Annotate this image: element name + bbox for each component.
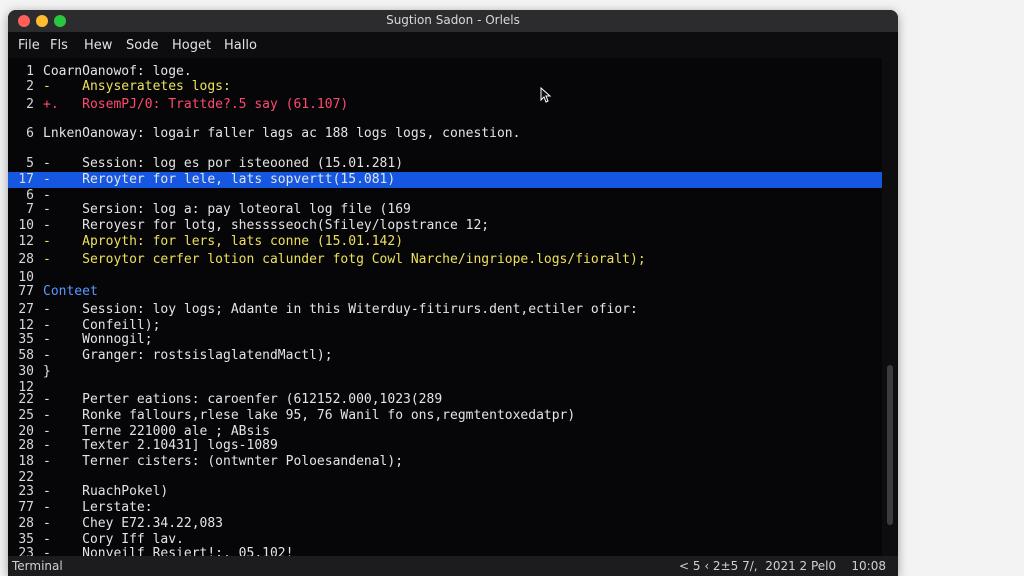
status-bar: Terminal < 5 ‹ 2±5 7/, 2021 2 Pel0 10:08	[8, 556, 898, 576]
status-info: < 5 ‹ 2±5 7/, 2021 2 Pel0 10:08	[679, 559, 886, 573]
terminal-text-area[interactable]: 1 CoarnOanowof: loge. 2 - Ansyseratetes log…	[8, 58, 882, 561]
line-text: CoarnOanowof: loge.	[43, 64, 192, 79]
code-line[interactable]: 27 - Session: loy logs; Adante in this Wi…	[8, 302, 882, 318]
line-text: - Terner cisters: (ontwnter Poloesandena…	[43, 454, 404, 469]
line-text: - Sersion: log a: pay loteoral log file …	[43, 202, 411, 217]
line-text: - Session: log es por isteooned (15.01.2…	[43, 156, 404, 171]
line-text: - Reroyesr for lotg, shesssseoch(Sfiley/…	[43, 218, 490, 233]
code-line[interactable]: 28 - Chey E72.34.22,083	[8, 516, 882, 532]
menu-item-file[interactable]: File	[18, 38, 40, 53]
line-number: 77	[18, 500, 34, 515]
line-text: - Ronke fallours,rlese lake 95, 76 Wanil…	[43, 408, 576, 423]
line-text: - Chey E72.34.22,083	[43, 516, 224, 531]
code-line[interactable]: 5 - Session: log es por isteooned (15.01.…	[8, 156, 882, 172]
line-text: - Wonnogil;	[43, 332, 153, 347]
code-line[interactable]: 77 - Lerstate:	[8, 500, 882, 516]
line-number: 28	[18, 516, 34, 531]
line-number: 23	[18, 484, 34, 499]
line-number: 27	[18, 302, 34, 317]
line-number: 2	[26, 79, 34, 94]
line-number: 17	[18, 172, 34, 187]
line-text: - RuachPokel)	[43, 484, 169, 499]
code-line[interactable]: 30}	[8, 364, 882, 380]
line-number: 2	[26, 97, 34, 112]
code-line[interactable]: 10 - Reroyesr for lotg, shesssseoch(Sfile…	[8, 218, 882, 234]
code-line[interactable]: 2 - Ansyseratetes logs:	[8, 79, 882, 95]
menu-item-sode[interactable]: Sode	[126, 38, 158, 53]
line-number: 12	[18, 234, 34, 249]
code-line[interactable]: 12 - Aproyth: for lers, lats conne (15.01…	[8, 234, 882, 250]
line-number: 77	[18, 284, 34, 299]
code-line[interactable]: 22 - Perter eations: caroenfer (612152.00…	[8, 392, 882, 408]
code-line[interactable]: 18 - Terner cisters: (ontwnter Poloesande…	[8, 454, 882, 470]
code-line[interactable]: 25 - Ronke fallours,rlese lake 95, 76 Wan…	[8, 408, 882, 424]
line-number: 22	[18, 392, 34, 407]
line-text: - Ansyseratetes logs:	[43, 79, 231, 94]
code-line[interactable]: 1 CoarnOanowof: loge.	[8, 64, 882, 80]
line-number: 7	[26, 202, 34, 217]
scrollbar-thumb[interactable]	[887, 365, 893, 525]
line-text: - Seroytor cerfer lotion calunder fotg C…	[43, 252, 646, 267]
line-number: 5	[26, 156, 34, 171]
code-line[interactable]: 6 LnkenOanoway: logair faller lags ac 188…	[8, 126, 882, 142]
line-text: - Granger: rostsislaglatendMactl);	[43, 348, 333, 363]
menu-item-hew[interactable]: Hew	[84, 38, 112, 53]
line-number: 25	[18, 408, 34, 423]
line-text: - Session: loy logs; Adante in this Wite…	[43, 302, 638, 317]
menu-item-hallo[interactable]: Hallo	[224, 38, 257, 53]
code-line[interactable]: 77 Conteet	[8, 284, 882, 300]
line-text: Conteet	[43, 284, 98, 299]
line-text: - Reroyter for lele, lats sopvertt(15.08…	[43, 172, 396, 187]
code-line[interactable]: 7 - Sersion: log a: pay loteoral log file…	[8, 202, 882, 218]
line-text: - Texter 2.10431] logs-1089	[43, 438, 278, 453]
menu-bar: File Fls Hew Sode Hoget Hallo	[8, 32, 898, 58]
status-terminal-label: Terminal	[12, 559, 63, 573]
menu-item-hoget[interactable]: Hoget	[172, 38, 211, 53]
line-number: 28	[18, 252, 34, 267]
terminal-window: Sugtion Sadon - Orlels File Fls Hew Sode…	[8, 10, 898, 576]
line-number: 6	[26, 126, 34, 141]
line-text: - Perter eations: caroenfer (612152.000,…	[43, 392, 443, 407]
line-number: 18	[18, 454, 34, 469]
line-text: - Lerstate:	[43, 500, 153, 515]
line-number: 30	[18, 364, 34, 379]
line-number: 35	[18, 332, 34, 347]
title-bar: Sugtion Sadon - Orlels	[8, 10, 898, 32]
selected-line[interactable]: 17 - Reroyter for lele, lats sopvertt(15.…	[8, 172, 882, 188]
code-line[interactable]: 2 +. RosemPJ/0: Trattde?.5 say (61.107)	[8, 97, 882, 113]
line-text: }	[43, 364, 51, 379]
line-text: - Aproyth: for lers, lats conne (15.01.1…	[43, 234, 404, 249]
code-line[interactable]: 28 - Texter 2.10431] logs-1089	[8, 438, 882, 454]
line-number: 1	[26, 64, 34, 79]
code-line[interactable]: 28 - Seroytor cerfer lotion calunder fotg…	[8, 252, 882, 268]
menu-item-fls[interactable]: Fls	[50, 38, 68, 53]
line-text: +. RosemPJ/0: Trattde?.5 say (61.107)	[43, 97, 349, 112]
code-line[interactable]: 58 - Granger: rostsislaglatendMactl);	[8, 348, 882, 364]
line-number: 28	[18, 438, 34, 453]
line-number: 58	[18, 348, 34, 363]
line-text: LnkenOanoway: logair faller lags ac 188 …	[43, 126, 521, 141]
line-number: 10	[18, 218, 34, 233]
mouse-pointer-icon	[540, 87, 552, 103]
code-line[interactable]: 35 - Wonnogil;	[8, 332, 882, 348]
code-line[interactable]: 23 - RuachPokel)	[8, 484, 882, 500]
window-title: Sugtion Sadon - Orlels	[386, 13, 520, 27]
